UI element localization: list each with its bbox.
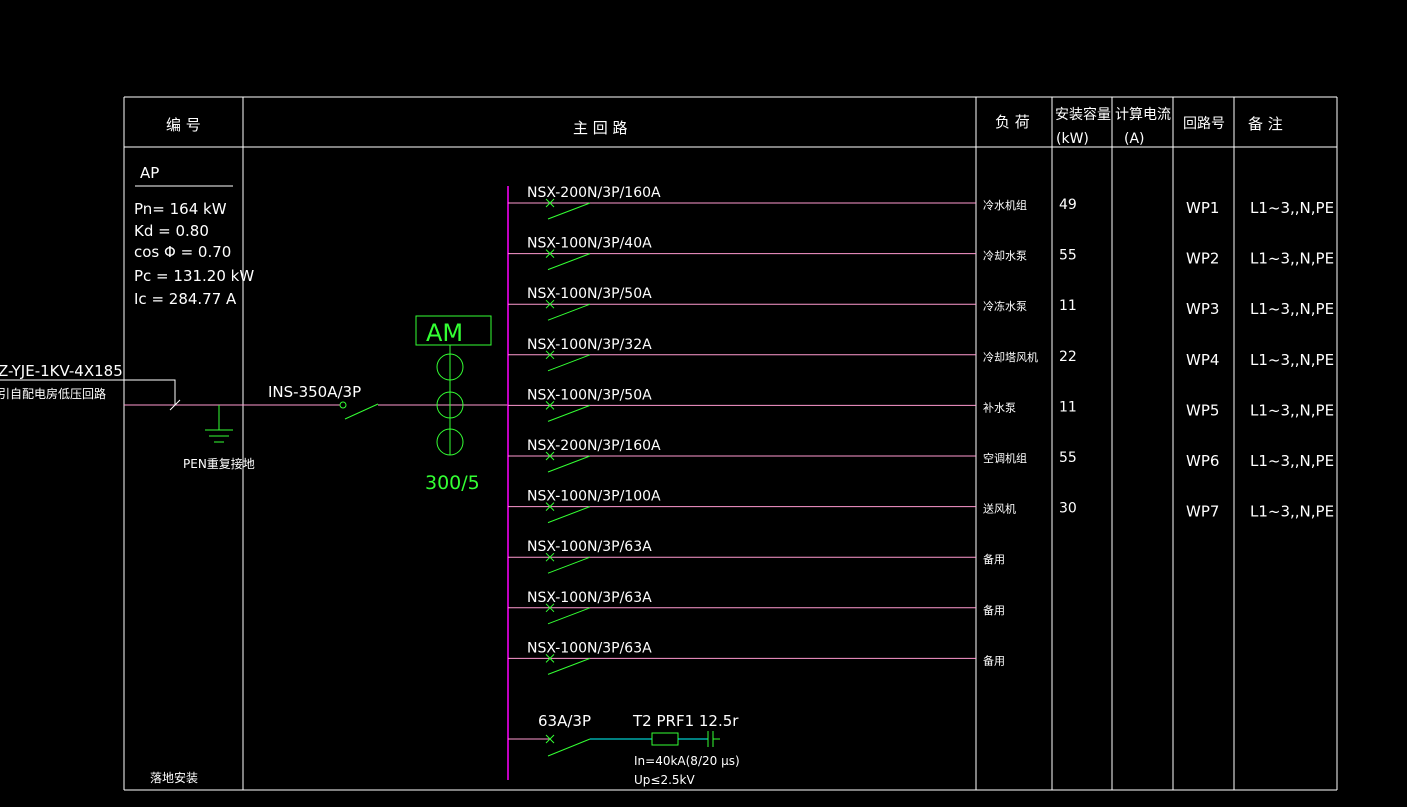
ct-ratio-label: 300/5 <box>425 472 480 494</box>
header-current-unit: (A) <box>1124 131 1145 147</box>
panel-info: AP Pn= 164 kW Kd = 0.80 cos Φ = 0.70 Pc … <box>134 164 254 785</box>
circuit-note: L1~3,,N,PE <box>1250 351 1334 369</box>
header-main-circuit: 主 回 路 <box>573 119 628 137</box>
param-pn: Pn= 164 kW <box>134 200 227 218</box>
circuit-note: L1~3,,N,PE <box>1250 300 1334 318</box>
header-remark: 备 注 <box>1248 115 1283 133</box>
incoming-source-label: 引自配电房低压回路 <box>0 386 106 401</box>
distribution-diagram: 编 号 主 回 路 负 荷 安装容量 (kW) 计算电流 (A) 回路号 备 注… <box>0 96 1338 791</box>
breaker-label: NSX-100N/3P/50A <box>527 286 652 302</box>
circuit-row: NSX-100N/3P/32A 冷却塔风机 22 WP4 L1~3,,N,PE <box>508 337 1334 372</box>
circuit-row: NSX-100N/3P/40A 冷却水泵 55 WP2 L1~3,,N,PE <box>508 236 1334 271</box>
spd-up-label: Up≤2.5kV <box>634 773 695 787</box>
breaker-switch-icon <box>547 455 591 473</box>
panel-id: AP <box>140 164 159 182</box>
outgoing-circuits: NSX-200N/3P/160A冷水机组 49 WP1 L1~3,,N,PENSX-1… <box>508 185 1334 675</box>
capacity-value: 49 <box>1059 197 1077 213</box>
circuit-row: NSX-100N/3P/63A 备用 <box>508 640 1005 675</box>
breaker-switch-icon <box>547 506 591 524</box>
circuit-note: L1~3,,N,PE <box>1250 199 1334 217</box>
breaker-switch-icon <box>547 202 591 220</box>
circuit-row: NSX-100N/3P/50A 冷冻水泵 11 WP3 L1~3,,N,PE <box>508 286 1334 321</box>
circuit-note: L1~3,,N,PE <box>1250 503 1334 521</box>
circuit-row: NSX-100N/3P/63A 备用 <box>508 539 1005 574</box>
breaker-switch-icon <box>547 354 591 372</box>
circuit-id: WP3 <box>1186 300 1219 318</box>
circuit-id: WP2 <box>1186 250 1219 268</box>
capacity-value: 11 <box>1059 298 1077 314</box>
circuit-note: L1~3,,N,PE <box>1250 401 1334 419</box>
breaker-switch-icon <box>547 657 591 675</box>
circuit-note: L1~3,,N,PE <box>1250 250 1334 268</box>
circuit-row: NSX-100N/3P/63A 备用 <box>508 590 1005 625</box>
pen-ground-label: PEN重复接地 <box>183 456 255 471</box>
param-ic: Ic = 284.77 A <box>134 290 237 308</box>
breaker-switch-icon <box>547 607 591 625</box>
table-grid <box>123 96 1338 791</box>
load-label: 冷却塔风机 <box>983 350 1038 364</box>
breaker-switch-icon <box>547 253 591 271</box>
header-capacity-unit: (kW) <box>1056 131 1089 147</box>
breaker-switch-icon <box>547 404 591 422</box>
header-current: 计算电流 <box>1115 107 1171 123</box>
load-label: 备用 <box>983 552 1005 566</box>
param-cos: cos Φ = 0.70 <box>134 243 231 261</box>
breaker-label: NSX-100N/3P/63A <box>527 640 652 656</box>
param-kd: Kd = 0.80 <box>134 222 209 240</box>
circuit-id: WP1 <box>1186 199 1219 217</box>
table-header: 编 号 主 回 路 负 荷 安装容量 (kW) 计算电流 (A) 回路号 备 注 <box>166 106 1283 147</box>
header-panel-no: 编 号 <box>166 116 201 134</box>
breaker-label: NSX-100N/3P/50A <box>527 387 652 403</box>
load-label: 空调机组 <box>983 451 1027 465</box>
main-switch-label: INS-350A/3P <box>268 383 361 401</box>
load-label: 冷冻水泵 <box>983 299 1027 313</box>
capacity-value: 11 <box>1059 399 1077 415</box>
circuit-id: WP5 <box>1186 401 1219 419</box>
circuit-note: L1~3,,N,PE <box>1250 452 1334 470</box>
main-switch-icon <box>344 403 379 420</box>
circuit-row: NSX-200N/3P/160A 冷水机组 49 WP1 L1~3,,N,PE <box>508 185 1334 220</box>
breaker-label: NSX-100N/3P/100A <box>527 489 661 505</box>
breaker-switch-icon <box>547 303 591 321</box>
circuit-id: WP7 <box>1186 503 1219 521</box>
circuit-row: NSX-100N/3P/50A 补水泵 11 WP5 L1~3,,N,PE <box>508 387 1334 422</box>
breaker-label: NSX-200N/3P/160A <box>527 185 661 201</box>
header-load: 负 荷 <box>995 113 1030 131</box>
load-label: 备用 <box>983 653 1005 667</box>
spd-breaker-label: 63A/3P <box>538 712 591 730</box>
breaker-label: NSX-200N/3P/160A <box>527 438 661 454</box>
load-label: 冷水机组 <box>983 198 1027 212</box>
incoming-feeder: Z-YJE-1KV-4X185 引自配电房低压回路 PEN重复接地 INS-35… <box>0 315 508 494</box>
load-label: 备用 <box>983 603 1005 617</box>
spd-fuse-icon <box>651 732 679 746</box>
param-pc: Pc = 131.20 kW <box>134 267 254 285</box>
breaker-switch-icon <box>547 556 591 574</box>
spd-breaker-icon <box>547 738 591 757</box>
breaker-label: NSX-100N/3P/63A <box>527 539 652 555</box>
install-note: 落地安装 <box>150 770 198 785</box>
load-label: 冷却水泵 <box>983 250 1027 263</box>
capacity-value: 55 <box>1059 450 1077 466</box>
load-label: 送风机 <box>983 502 1016 516</box>
capacity-value: 30 <box>1059 501 1077 517</box>
incoming-cable-label: Z-YJE-1KV-4X185 <box>0 362 123 380</box>
breaker-label: NSX-100N/3P/63A <box>527 590 652 606</box>
header-circuit-no: 回路号 <box>1183 116 1225 132</box>
spd-in-label: In=40kA(8/20 μs) <box>634 754 740 768</box>
circuit-id: WP4 <box>1186 351 1219 369</box>
circuit-row: NSX-200N/3P/160A 空调机组 55 WP6 L1~3,,N,PE <box>508 438 1334 473</box>
spd-circuit: 63A/3P T2 PRF1 12.5r In=40kA(8/20 μs) Up… <box>508 712 740 787</box>
load-label: 补水泵 <box>983 401 1016 414</box>
spd-model-label: T2 PRF1 12.5r <box>632 712 739 730</box>
ammeter-label: AM <box>426 319 463 347</box>
breaker-label: NSX-100N/3P/32A <box>527 337 652 353</box>
breaker-label: NSX-100N/3P/40A <box>527 236 652 252</box>
header-capacity: 安装容量 <box>1055 106 1111 123</box>
circuit-id: WP6 <box>1186 452 1219 470</box>
capacity-value: 55 <box>1059 248 1077 264</box>
circuit-row: NSX-100N/3P/100A 送风机 30 WP7 L1~3,,N,PE <box>508 489 1334 524</box>
capacity-value: 22 <box>1059 349 1077 365</box>
